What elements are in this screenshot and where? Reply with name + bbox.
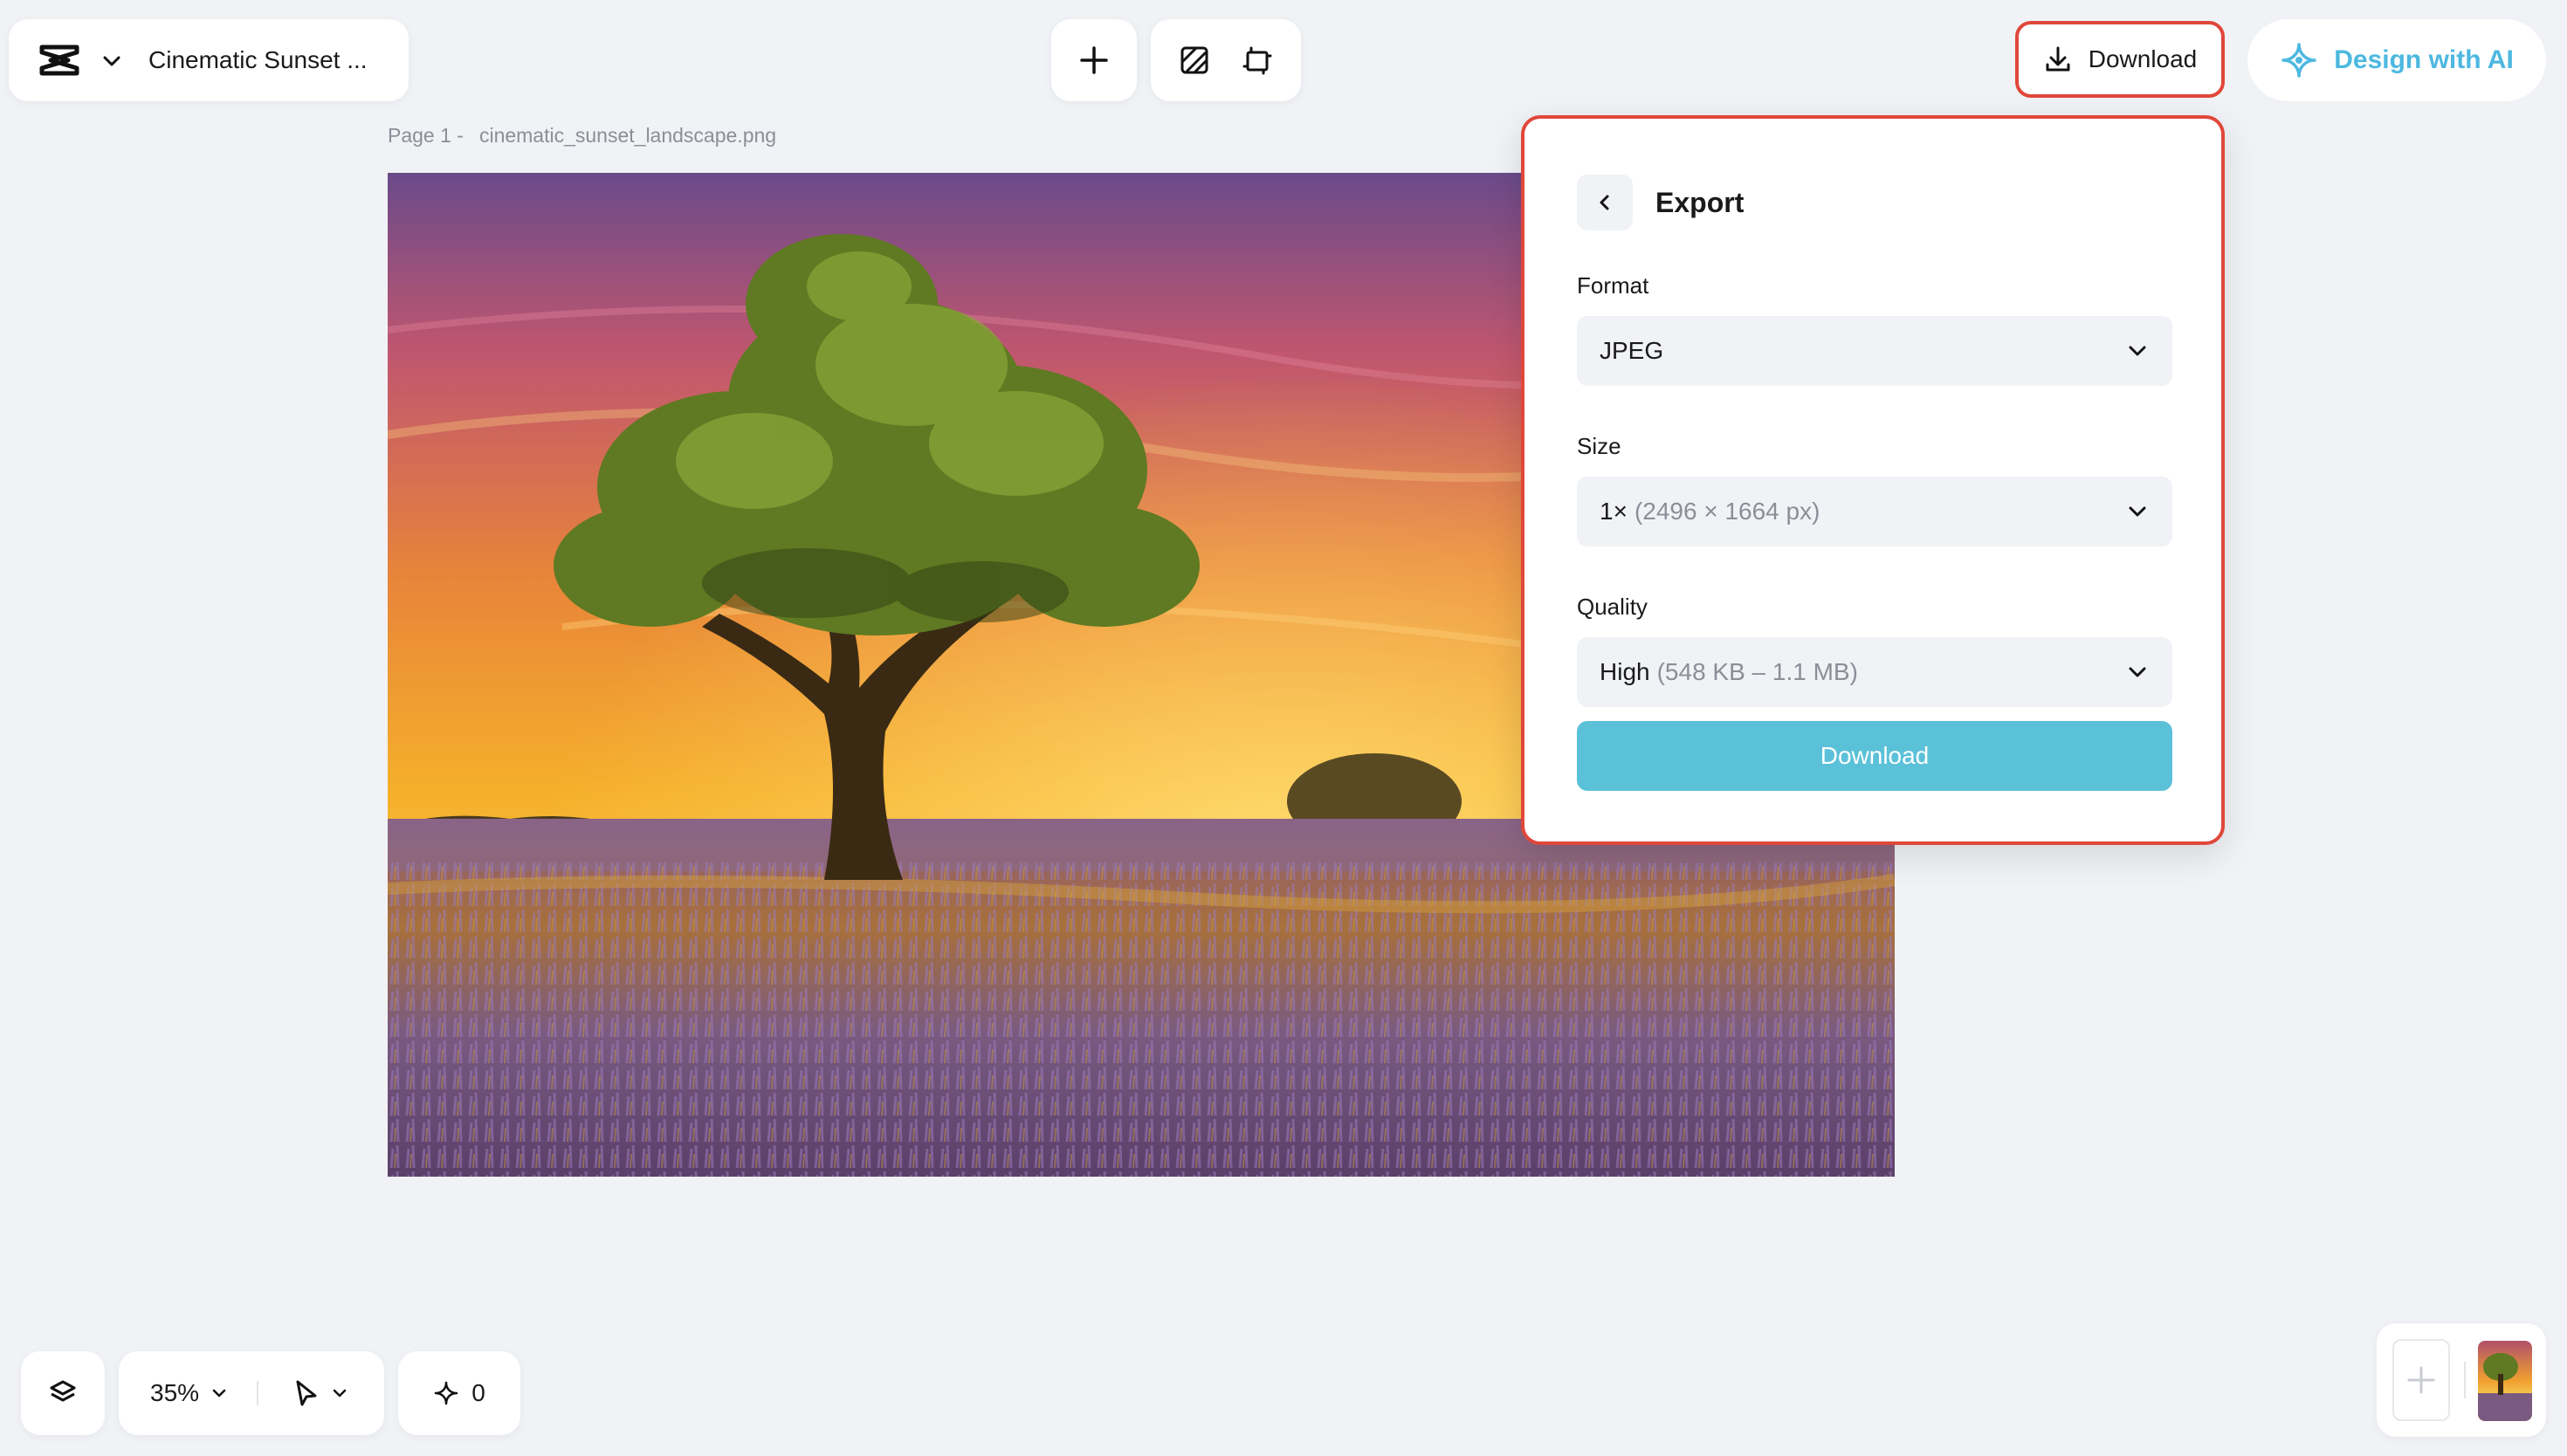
project-title[interactable]: Cinematic Sunset ... bbox=[148, 19, 368, 101]
quality-detail: (548 KB – 1.1 MB) bbox=[1656, 658, 1858, 685]
canvas-tools bbox=[1151, 19, 1301, 101]
background-button[interactable] bbox=[1167, 32, 1222, 88]
ai-credits-button[interactable]: 0 bbox=[398, 1351, 520, 1435]
zoom-value: 35% bbox=[150, 1379, 200, 1406]
format-label: Format bbox=[1577, 272, 1649, 299]
capcut-logo-icon bbox=[39, 45, 79, 76]
chevron-down-icon bbox=[212, 1389, 226, 1398]
resize-icon bbox=[1242, 46, 1272, 75]
export-download-button[interactable]: Download bbox=[1577, 721, 2172, 791]
quality-label: Quality bbox=[1577, 594, 1648, 620]
background-pattern-icon bbox=[1180, 46, 1208, 74]
size-value: 1× bbox=[1600, 498, 1628, 525]
size-select[interactable]: 1× (2496 × 1664 px) bbox=[1577, 477, 2172, 546]
layers-button[interactable] bbox=[21, 1351, 105, 1435]
quality-value: High bbox=[1600, 658, 1650, 685]
size-value-group: 1× (2496 × 1664 px) bbox=[1600, 498, 1820, 525]
size-label: Size bbox=[1577, 433, 1621, 459]
export-panel: Export Format JPEG Size 1× (2496 × 1664 p… bbox=[1521, 115, 2225, 845]
pointer-tool-select[interactable] bbox=[281, 1365, 368, 1421]
chevron-left-icon bbox=[1600, 195, 1609, 210]
chevron-down-icon bbox=[2129, 667, 2146, 677]
add-page-button[interactable] bbox=[2392, 1339, 2450, 1421]
project-menu[interactable]: Cinematic Sunset ... bbox=[9, 19, 409, 101]
pages-panel bbox=[2377, 1323, 2546, 1437]
ai-sparkle-icon bbox=[2281, 43, 2316, 78]
download-button-label: Download bbox=[2088, 45, 2198, 72]
back-button[interactable] bbox=[1577, 175, 1633, 230]
page-number: Page 1 - bbox=[388, 124, 464, 147]
chevron-down-icon bbox=[2129, 506, 2146, 517]
quality-value-group: High (548 KB – 1.1 MB) bbox=[1600, 658, 1858, 686]
export-title: Export bbox=[1655, 187, 1745, 218]
plus-icon bbox=[1080, 46, 1108, 74]
cursor-icon bbox=[296, 1380, 317, 1406]
divider bbox=[2464, 1362, 2466, 1398]
add-element-button[interactable] bbox=[1051, 19, 1137, 101]
format-value: JPEG bbox=[1600, 337, 1664, 364]
page-thumbnail[interactable] bbox=[2478, 1341, 2532, 1421]
divider bbox=[257, 1381, 258, 1405]
format-select[interactable]: JPEG bbox=[1577, 316, 2172, 386]
zoom-toolbar: 35% bbox=[119, 1351, 384, 1435]
chevron-down-icon[interactable] bbox=[100, 52, 124, 70]
quality-select[interactable]: High (548 KB – 1.1 MB) bbox=[1577, 637, 2172, 707]
page-file-name: cinematic_sunset_landscape.png bbox=[478, 124, 777, 147]
thumbnail-image bbox=[2478, 1341, 2532, 1421]
ai-credits-count: 0 bbox=[471, 1379, 485, 1406]
design-with-ai-label: Design with AI bbox=[2334, 45, 2514, 74]
chevron-down-icon bbox=[333, 1389, 347, 1398]
chevron-down-icon bbox=[2129, 346, 2146, 356]
zoom-select[interactable]: 35% bbox=[136, 1365, 267, 1421]
download-button[interactable]: Download bbox=[2015, 21, 2225, 98]
layers-icon bbox=[50, 1380, 76, 1402]
resize-button[interactable] bbox=[1229, 32, 1285, 88]
download-icon bbox=[2046, 46, 2070, 72]
size-detail: (2496 × 1664 px) bbox=[1634, 498, 1820, 525]
plus-icon bbox=[2407, 1366, 2435, 1394]
sparkle-icon bbox=[434, 1381, 458, 1405]
design-with-ai-button[interactable]: Design with AI bbox=[2247, 19, 2546, 101]
page-label: Page 1 - cinematic_sunset_landscape.png bbox=[388, 124, 792, 148]
